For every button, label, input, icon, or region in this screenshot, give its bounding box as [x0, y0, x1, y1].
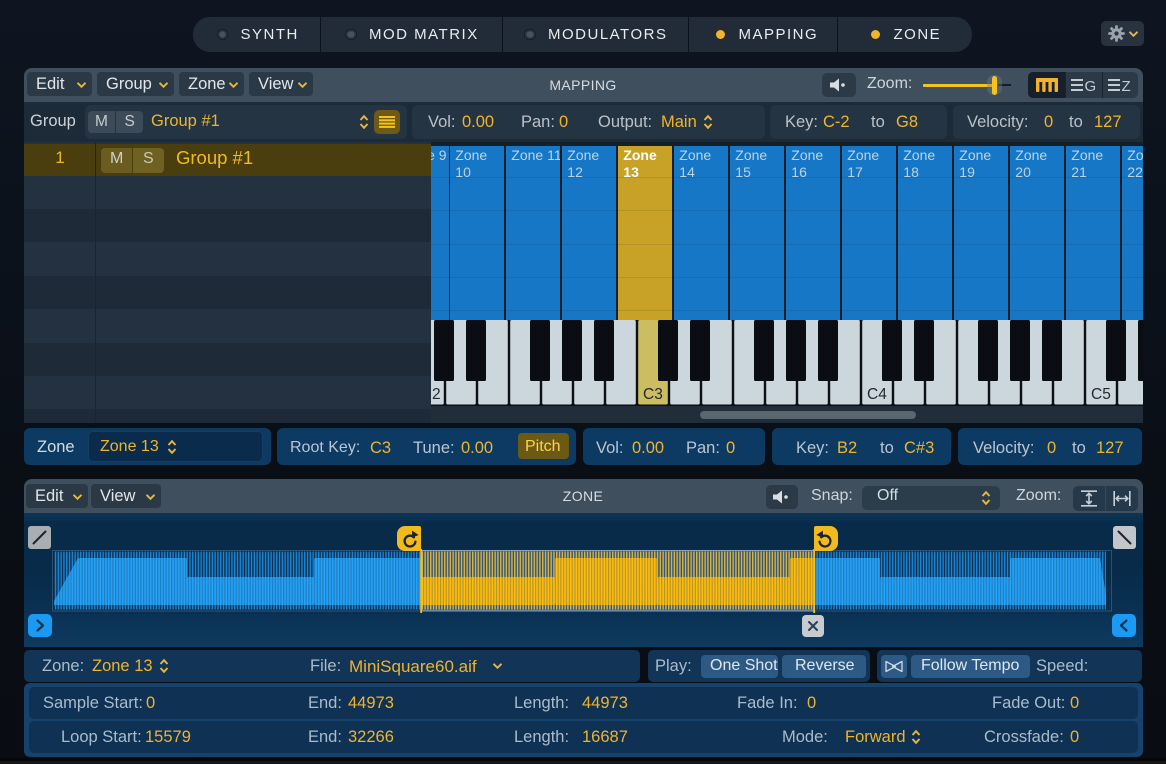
svg-text:C5: C5	[1091, 386, 1111, 403]
svg-text:G: G	[1085, 78, 1097, 92]
svg-text:C4: C4	[867, 386, 887, 403]
svg-text:2: 2	[432, 386, 441, 403]
svg-text:C3: C3	[643, 386, 663, 403]
svg-text:Z: Z	[1122, 78, 1131, 92]
